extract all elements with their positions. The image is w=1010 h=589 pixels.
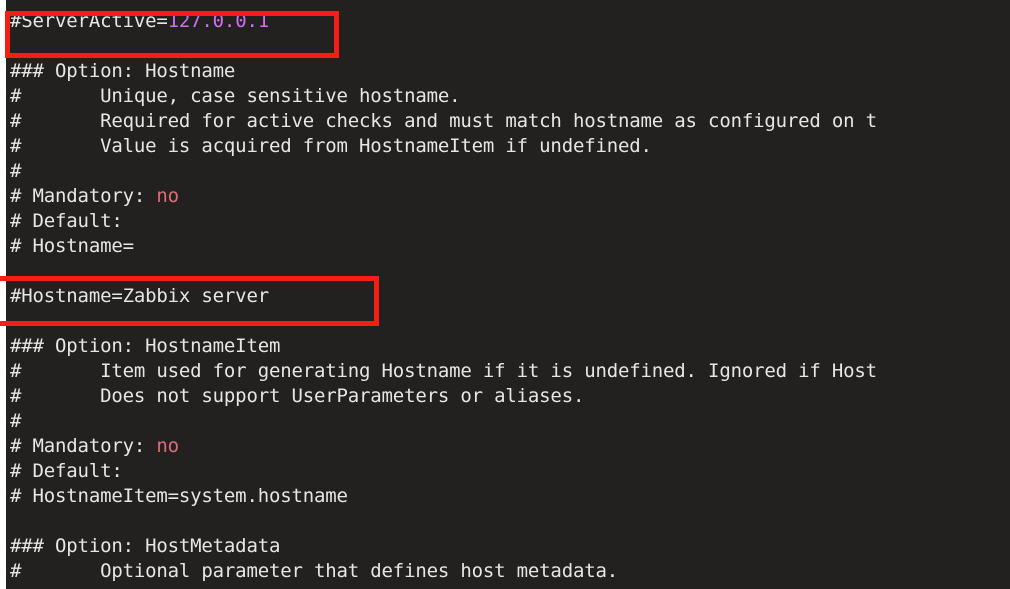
line-serveractive[interactable]: #ServerActive=127.0.0.1 [10, 9, 1010, 34]
line-hostnameitem-desc-3[interactable]: # [10, 409, 1010, 434]
line-hostname-desc-1-seg-0: # Unique, case sensitive hostname. [10, 85, 461, 107]
line-hostnameitem-desc-3-seg-0: # [10, 410, 22, 432]
line-hostname-mandatory-seg-0: # Mandatory: [10, 185, 157, 207]
line-option-hostname-seg-0: ### Option: Hostname [10, 60, 236, 82]
line-blank-1[interactable] [10, 34, 1010, 59]
line-hostnameitem-mandatory-seg-1: no [156, 435, 179, 457]
line-blank-2[interactable] [10, 259, 1010, 284]
line-hostnameitem-mandatory-seg-0: # Mandatory: [10, 435, 157, 457]
line-hostname-desc-4[interactable]: # [10, 159, 1010, 184]
line-blank-4[interactable] [10, 509, 1010, 534]
line-hostmetadata-desc-1[interactable]: # Optional parameter that defines host m… [10, 559, 1010, 584]
line-hostname-mandatory-seg-1: no [156, 185, 179, 207]
line-hostnameitem-desc-2[interactable]: # Does not support UserParameters or ali… [10, 384, 1010, 409]
line-hostname-default-val-seg-0: # Hostname= [10, 235, 134, 257]
line-hostname-desc-3-seg-0: # Value is acquired from HostnameItem if… [10, 135, 652, 157]
line-option-hostnameitem[interactable]: ### Option: HostnameItem [10, 334, 1010, 359]
line-hostname-setting[interactable]: #Hostname=Zabbix server [10, 284, 1010, 309]
line-hostmetadata-desc-1-seg-0: # Optional parameter that defines host m… [10, 560, 618, 582]
line-hostname-default-seg-0: # Default: [10, 210, 123, 232]
config-file-text[interactable]: #ServerActive=127.0.0.1 ### Option: Host… [10, 9, 1010, 584]
line-hostnameitem-default-val[interactable]: # HostnameItem=system.hostname [10, 484, 1010, 509]
line-option-hostmetadata-seg-0: ### Option: HostMetadata [10, 535, 281, 557]
line-serveractive-seg-1: 127.0.0.1 [167, 10, 270, 32]
line-hostname-desc-1[interactable]: # Unique, case sensitive hostname. [10, 84, 1010, 109]
line-serveractive-seg-0: #ServerActive= [10, 10, 168, 32]
line-option-hostname[interactable]: ### Option: Hostname [10, 59, 1010, 84]
terminal-window[interactable]: #ServerActive=127.0.0.1 ### Option: Host… [6, 0, 1010, 589]
line-hostnameitem-desc-1-seg-0: # Item used for generating Hostname if i… [10, 360, 877, 382]
line-hostnameitem-default-seg-0: # Default: [10, 460, 123, 482]
line-hostname-desc-2-seg-0: # Required for active checks and must ma… [10, 110, 877, 132]
line-hostnameitem-default[interactable]: # Default: [10, 459, 1010, 484]
line-hostnameitem-desc-2-seg-0: # Does not support UserParameters or ali… [10, 385, 585, 407]
line-option-hostnameitem-seg-0: ### Option: HostnameItem [10, 335, 281, 357]
screenshot-root: #ServerActive=127.0.0.1 ### Option: Host… [0, 0, 1010, 589]
line-blank-3[interactable] [10, 309, 1010, 334]
line-hostname-default[interactable]: # Default: [10, 209, 1010, 234]
line-hostname-desc-4-seg-0: # [10, 160, 22, 182]
line-hostname-default-val[interactable]: # Hostname= [10, 234, 1010, 259]
line-hostname-setting-seg-0: #Hostname=Zabbix server [10, 285, 269, 307]
line-hostname-desc-2[interactable]: # Required for active checks and must ma… [10, 109, 1010, 134]
line-option-hostmetadata[interactable]: ### Option: HostMetadata [10, 534, 1010, 559]
line-hostnameitem-default-val-seg-0: # HostnameItem=system.hostname [10, 485, 348, 507]
line-hostnameitem-desc-1[interactable]: # Item used for generating Hostname if i… [10, 359, 1010, 384]
line-hostname-mandatory[interactable]: # Mandatory: no [10, 184, 1010, 209]
line-hostname-desc-3[interactable]: # Value is acquired from HostnameItem if… [10, 134, 1010, 159]
line-hostnameitem-mandatory[interactable]: # Mandatory: no [10, 434, 1010, 459]
